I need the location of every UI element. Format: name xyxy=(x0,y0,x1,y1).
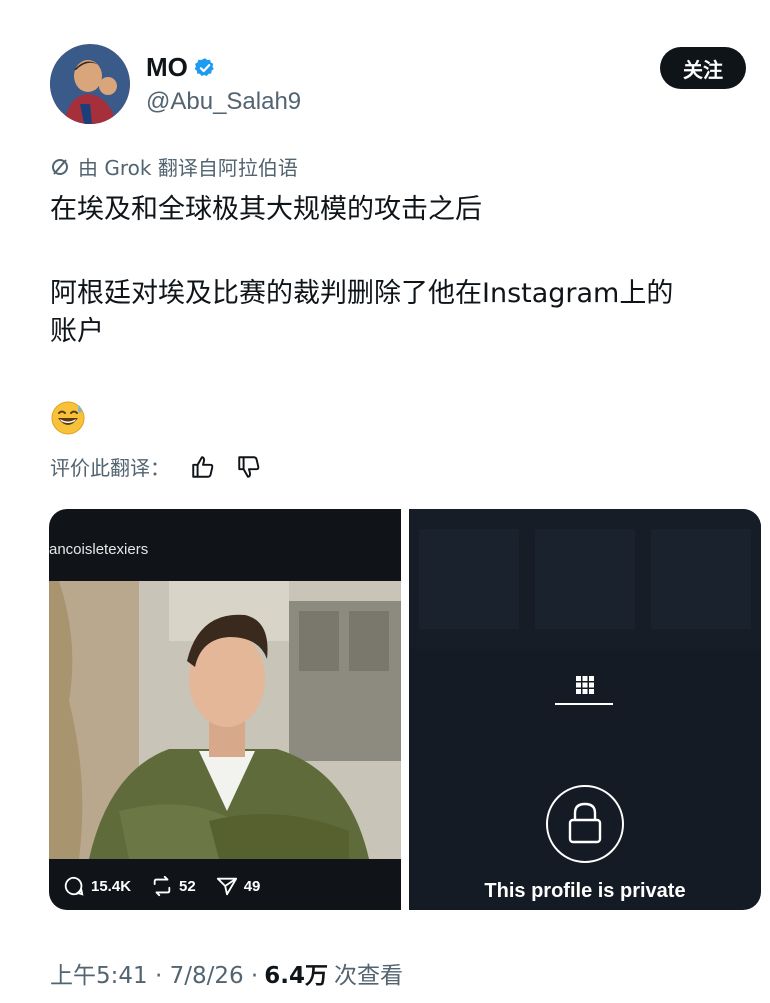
thumbs-up-icon[interactable] xyxy=(190,454,216,480)
media-attachment[interactable]: ancoisletexiers 15.4K 52 49 This profile… xyxy=(49,509,761,910)
private-profile-text: This profile is private xyxy=(484,880,686,902)
profile-photo-image xyxy=(49,581,401,859)
repost-stat[interactable]: 52 xyxy=(151,875,196,897)
media-image-left[interactable]: ancoisletexiers 15.4K 52 49 xyxy=(49,509,401,910)
author-display-name[interactable]: MO xyxy=(146,52,216,83)
translate-icon xyxy=(52,158,68,175)
comment-stat[interactable]: 15.4K xyxy=(63,875,131,897)
avatar[interactable] xyxy=(50,44,130,124)
rate-translation-row: 评价此翻译： xyxy=(50,452,262,481)
comment-count: 15.4K xyxy=(91,877,132,895)
grinning-sweat-emoji-icon xyxy=(51,401,85,435)
thumbs-down-icon[interactable] xyxy=(236,454,262,480)
profile-photo xyxy=(49,581,401,859)
tweet-text-line-2: 阿根廷对埃及比赛的裁判删除了他在Instagram上的 xyxy=(50,278,674,309)
translation-note: 由 Grok 翻译自阿拉伯语 xyxy=(50,152,298,181)
view-count: 6.4万 xyxy=(264,963,328,989)
share-count: 49 xyxy=(243,877,261,895)
tweet-text-line-3: 账户 xyxy=(50,316,104,347)
repost-count: 52 xyxy=(179,877,196,895)
view-label: 次查看 xyxy=(334,963,403,989)
lock-icon xyxy=(546,785,624,863)
post-stats: 15.4K 52 49 xyxy=(63,875,272,897)
translation-note-text: 由 Grok 翻译自阿拉伯语 xyxy=(78,156,298,180)
rate-translation-label: 评价此翻译： xyxy=(50,456,170,480)
comment-icon xyxy=(64,876,84,896)
repost-icon xyxy=(153,875,171,897)
grid-icon[interactable] xyxy=(574,674,596,696)
tweet-meta: 上午5:41 · 7/8/26 · 6.4万 次查看 xyxy=(50,956,403,990)
tweet-timestamp[interactable]: 上午5:41 · 7/8/26 · xyxy=(50,956,258,990)
avatar-image xyxy=(50,44,130,124)
tweet-text-line-1: 在埃及和全球极其大规模的攻击之后 xyxy=(50,194,482,225)
share-stat[interactable]: 49 xyxy=(216,875,261,897)
instagram-username: ancoisletexiers xyxy=(49,541,149,558)
author-handle[interactable]: @Abu_Salah9 xyxy=(146,88,301,116)
verified-badge-icon xyxy=(194,57,214,76)
share-icon xyxy=(216,877,237,896)
follow-button[interactable]: 关注 xyxy=(660,47,746,89)
blurred-background xyxy=(409,509,761,649)
grid-tab-underline xyxy=(555,703,613,705)
author-name-text: MO xyxy=(146,52,188,82)
media-image-right[interactable]: This profile is private xyxy=(409,509,761,910)
